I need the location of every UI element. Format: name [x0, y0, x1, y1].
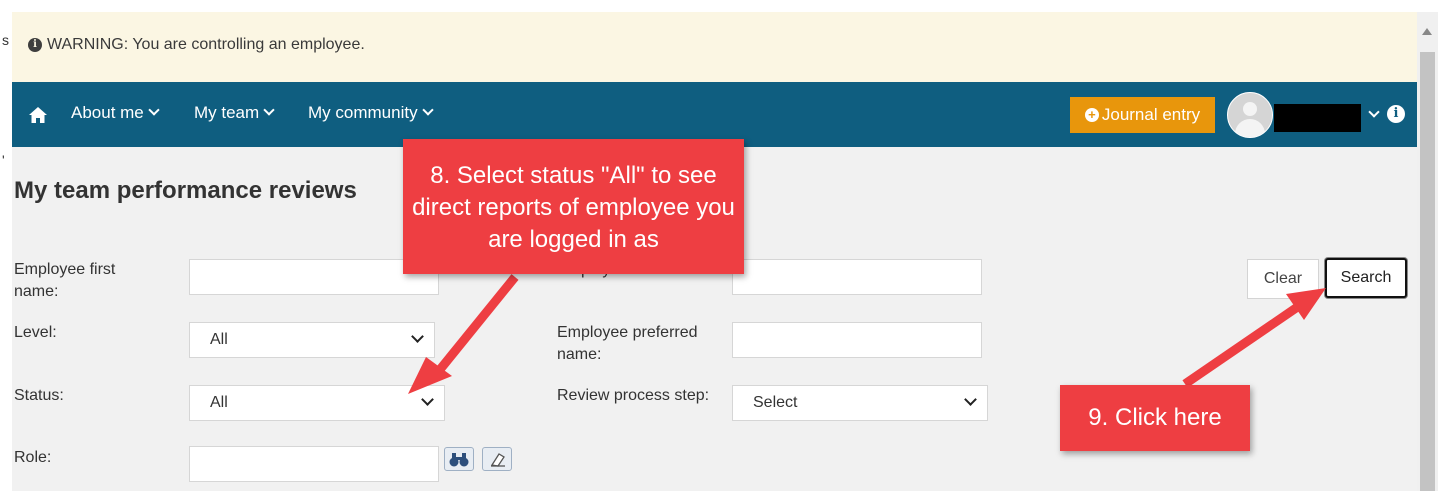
warning-text: WARNING: You are controlling an employee…	[47, 36, 365, 53]
scrollbar-thumb[interactable]	[1420, 52, 1435, 491]
binoculars-icon	[449, 453, 469, 467]
nav-my-community-label: My community	[308, 103, 418, 122]
first-name-label: Employee first name:	[14, 261, 116, 300]
nav-my-community[interactable]: My community	[308, 103, 434, 123]
level-label: Level:	[14, 324, 57, 341]
avatar-body-shape	[1235, 119, 1265, 137]
eraser-icon	[490, 453, 505, 467]
search-button[interactable]: Search	[1325, 258, 1407, 298]
vertical-scrollbar[interactable]	[1417, 12, 1438, 491]
callout-step-9-text: 9. Click here	[1088, 404, 1222, 431]
status-select-value: All	[210, 394, 228, 411]
search-button-label: Search	[1340, 269, 1392, 286]
status-select[interactable]: All	[189, 385, 445, 421]
avatar-head-shape	[1243, 102, 1257, 116]
callout-step-9: 9. Click here	[1060, 385, 1250, 451]
level-select[interactable]: All	[189, 322, 435, 358]
role-clear-button[interactable]	[482, 447, 512, 471]
level-select-value: All	[210, 331, 228, 348]
clear-button[interactable]: Clear	[1247, 259, 1319, 299]
preferred-name-input[interactable]	[732, 322, 982, 358]
review-step-select-value: Select	[753, 394, 798, 411]
callout-step-8: 8. Select status "All" to see direct rep…	[403, 139, 744, 274]
role-input[interactable]	[189, 446, 439, 482]
status-label: Status:	[14, 387, 64, 404]
nav-about-me-label: About me	[71, 103, 144, 122]
preferred-name-label: Employee preferred name:	[557, 324, 698, 363]
review-step-label: Review process step:	[557, 387, 710, 404]
avatar[interactable]	[1227, 92, 1273, 138]
top-navbar: About me My team My community + Journal …	[12, 82, 1417, 147]
nav-my-team-label: My team	[194, 103, 260, 122]
info-circle-icon: i	[28, 38, 42, 52]
nav-about-me[interactable]: About me	[71, 103, 160, 123]
journal-entry-label: Journal entry	[1101, 105, 1201, 124]
chevron-down-icon	[411, 330, 424, 343]
home-icon[interactable]	[28, 106, 48, 124]
page: s ' i WARNING: You are controlling an em…	[0, 0, 1438, 491]
chevron-down-icon	[421, 393, 434, 406]
plus-circle-icon: +	[1084, 108, 1099, 122]
chevron-down-icon	[263, 104, 275, 116]
chevron-down-icon[interactable]	[1368, 106, 1380, 118]
page-title: My team performance reviews	[14, 177, 357, 204]
last-name-input[interactable]	[732, 259, 982, 295]
chevron-down-icon	[964, 393, 977, 406]
role-lookup-button[interactable]	[444, 447, 474, 471]
warning-banner: i WARNING: You are controlling an employ…	[12, 12, 1417, 83]
review-step-select[interactable]: Select	[732, 385, 988, 421]
nav-my-team[interactable]: My team	[194, 103, 275, 123]
clear-button-label: Clear	[1263, 270, 1303, 287]
callout-step-8-text: 8. Select status "All" to see direct rep…	[412, 162, 735, 253]
journal-entry-button[interactable]: + Journal entry	[1070, 97, 1215, 133]
role-label: Role:	[14, 449, 52, 466]
info-icon[interactable]: i	[1387, 105, 1405, 123]
redacted-user-name[interactable]	[1274, 104, 1361, 132]
first-name-input[interactable]	[189, 259, 439, 295]
chevron-down-icon	[421, 104, 434, 116]
scroll-up-icon[interactable]	[1422, 28, 1432, 35]
chevron-down-icon	[148, 104, 160, 116]
